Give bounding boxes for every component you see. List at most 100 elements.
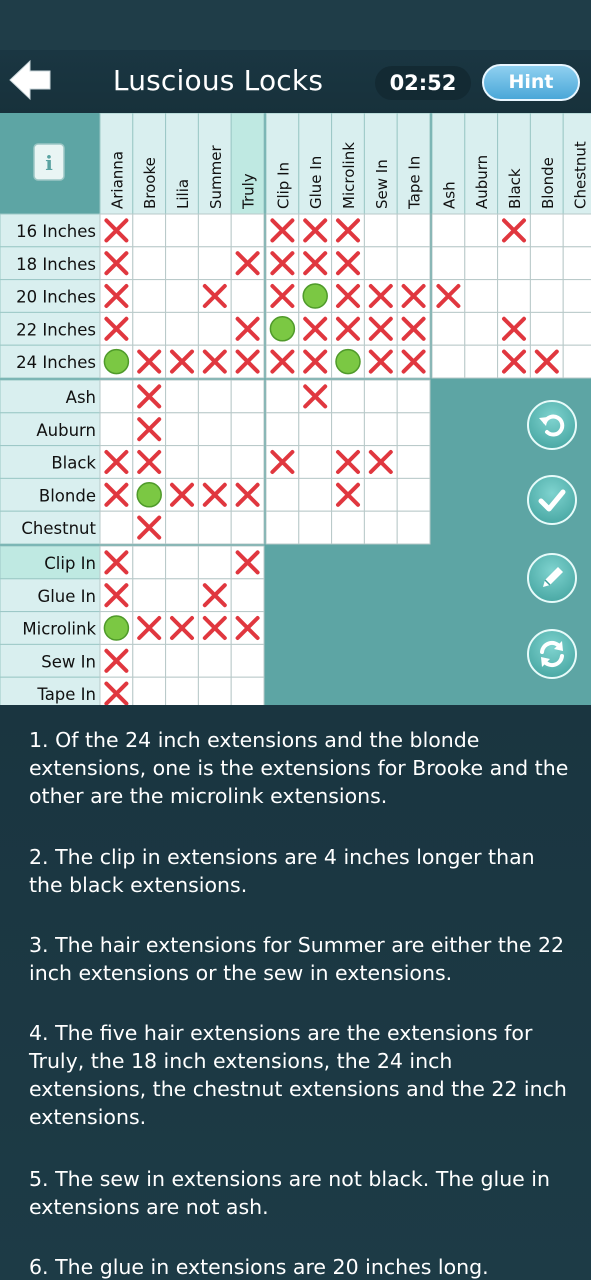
column-label: Truly bbox=[240, 173, 258, 210]
grid-cell[interactable] bbox=[497, 279, 531, 313]
grid-cell[interactable] bbox=[230, 213, 265, 248]
grid-cell[interactable] bbox=[230, 445, 265, 479]
grid-cell[interactable] bbox=[363, 477, 398, 512]
grid-cell[interactable] bbox=[165, 510, 199, 545]
grid-cell[interactable] bbox=[165, 676, 199, 705]
grid-cell[interactable] bbox=[396, 477, 431, 512]
grid-cell[interactable] bbox=[132, 279, 167, 313]
grid-cell[interactable] bbox=[132, 213, 167, 248]
undo-icon bbox=[539, 414, 565, 437]
grid-cell[interactable] bbox=[331, 510, 365, 545]
grid-cell[interactable] bbox=[431, 344, 466, 379]
column-label: Summer bbox=[207, 145, 225, 209]
back-button[interactable] bbox=[6, 55, 56, 105]
grid-cell[interactable] bbox=[298, 510, 333, 545]
grid-cell[interactable] bbox=[230, 510, 265, 545]
grid-cell[interactable] bbox=[265, 379, 300, 414]
grid-cell[interactable] bbox=[165, 213, 199, 248]
grid-cell[interactable] bbox=[165, 643, 199, 678]
grid-cell[interactable] bbox=[331, 379, 365, 414]
grid-cell[interactable] bbox=[132, 643, 167, 678]
undo-button[interactable] bbox=[527, 400, 577, 450]
row-label: Microlink bbox=[22, 620, 96, 639]
grid-cell[interactable] bbox=[396, 510, 431, 545]
grid-cell[interactable] bbox=[562, 246, 591, 281]
grid-cell[interactable] bbox=[132, 246, 167, 281]
grid-cell[interactable] bbox=[464, 344, 499, 379]
row-label: Glue In bbox=[37, 587, 96, 606]
pencil-button[interactable] bbox=[527, 553, 577, 603]
grid-cell[interactable] bbox=[99, 379, 134, 414]
grid-cell[interactable] bbox=[165, 279, 199, 313]
hint-button[interactable]: Hint bbox=[482, 64, 580, 101]
grid-cell[interactable] bbox=[265, 510, 300, 545]
grid-cell[interactable] bbox=[197, 246, 232, 281]
grid-cell[interactable] bbox=[165, 445, 199, 479]
grid-cell[interactable] bbox=[197, 445, 232, 479]
header: Luscious Locks 02:52 Hint bbox=[0, 50, 591, 113]
grid-cell[interactable] bbox=[562, 311, 591, 346]
circle-mark bbox=[103, 615, 130, 641]
grid-cell[interactable] bbox=[230, 412, 265, 447]
grid-cell[interactable] bbox=[132, 578, 167, 613]
grid-cell[interactable] bbox=[197, 379, 232, 414]
grid-cell[interactable] bbox=[230, 279, 265, 313]
grid-cell[interactable] bbox=[230, 379, 265, 414]
grid-cell[interactable] bbox=[265, 412, 300, 447]
column-label: Brooke bbox=[141, 157, 159, 209]
grid-cell[interactable] bbox=[562, 344, 591, 379]
grid-cell[interactable] bbox=[165, 545, 199, 580]
grid-cell[interactable] bbox=[197, 510, 232, 545]
grid-cell[interactable] bbox=[363, 246, 398, 281]
grid-cell[interactable] bbox=[396, 213, 431, 248]
grid-cell[interactable] bbox=[464, 246, 499, 281]
grid-cell[interactable] bbox=[265, 477, 300, 512]
grid-cell[interactable] bbox=[165, 246, 199, 281]
grid-cell[interactable] bbox=[197, 643, 232, 678]
reset-button[interactable] bbox=[527, 629, 577, 679]
grid-cell[interactable] bbox=[529, 246, 564, 281]
grid-cell[interactable] bbox=[363, 379, 398, 414]
grid-cell[interactable] bbox=[197, 213, 232, 248]
grid-cell[interactable] bbox=[298, 477, 333, 512]
grid-cell[interactable] bbox=[529, 279, 564, 313]
grid-cell[interactable] bbox=[132, 545, 167, 580]
grid-cell[interactable] bbox=[464, 279, 499, 313]
grid-cell[interactable] bbox=[197, 676, 232, 705]
grid-cell[interactable] bbox=[363, 213, 398, 248]
grid-cell[interactable] bbox=[396, 445, 431, 479]
grid-cell[interactable] bbox=[363, 510, 398, 545]
grid-cell[interactable] bbox=[298, 445, 333, 479]
grid-cell[interactable] bbox=[132, 676, 167, 705]
grid-cell[interactable] bbox=[165, 412, 199, 447]
grid-cell[interactable] bbox=[396, 412, 431, 447]
grid-cell[interactable] bbox=[497, 246, 531, 281]
grid-cell[interactable] bbox=[331, 412, 365, 447]
grid-cell[interactable] bbox=[298, 412, 333, 447]
grid-cell[interactable] bbox=[464, 311, 499, 346]
grid-cell[interactable] bbox=[230, 643, 265, 678]
grid-cell[interactable] bbox=[464, 213, 499, 248]
grid-cell[interactable] bbox=[431, 246, 466, 281]
check-button[interactable] bbox=[527, 475, 577, 525]
grid-cell[interactable] bbox=[132, 311, 167, 346]
grid-cell[interactable] bbox=[562, 213, 591, 248]
grid-cell[interactable] bbox=[197, 545, 232, 580]
grid-cell[interactable] bbox=[396, 246, 431, 281]
grid-cell[interactable] bbox=[197, 311, 232, 346]
grid-cell[interactable] bbox=[562, 279, 591, 313]
grid-cell[interactable] bbox=[529, 311, 564, 346]
grid-cell[interactable] bbox=[431, 311, 466, 346]
grid-cell[interactable] bbox=[99, 510, 134, 545]
grid-cell[interactable] bbox=[431, 213, 466, 248]
grid-cell[interactable] bbox=[230, 676, 265, 705]
grid-cell[interactable] bbox=[165, 311, 199, 346]
grid-cell[interactable] bbox=[197, 412, 232, 447]
grid-cell[interactable] bbox=[99, 412, 134, 447]
grid-cell[interactable] bbox=[230, 578, 265, 613]
grid-cell[interactable] bbox=[363, 412, 398, 447]
grid-cell[interactable] bbox=[396, 379, 431, 414]
grid-cell[interactable] bbox=[165, 379, 199, 414]
grid-cell[interactable] bbox=[529, 213, 564, 248]
grid-cell[interactable] bbox=[165, 578, 199, 613]
